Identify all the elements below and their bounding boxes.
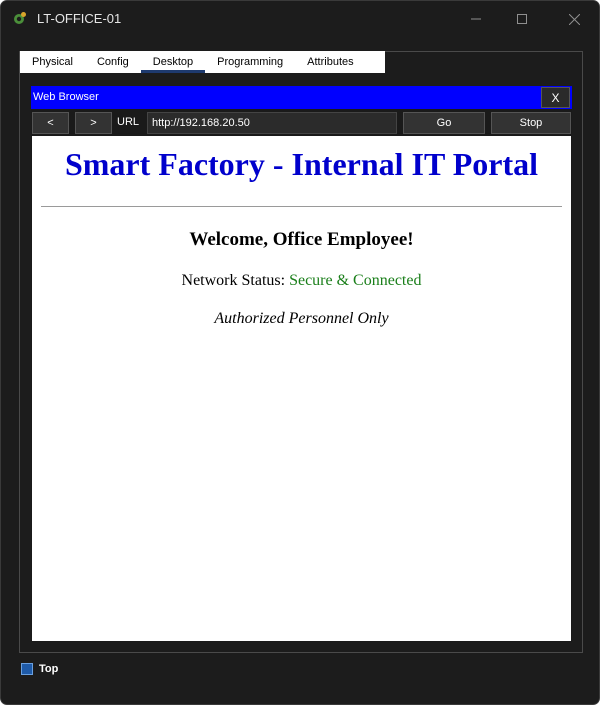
tab-attributes[interactable]: Attributes bbox=[295, 51, 365, 73]
title-bar: LT-OFFICE-01 bbox=[1, 1, 599, 37]
url-input[interactable] bbox=[147, 112, 397, 134]
url-label: URL bbox=[117, 116, 140, 128]
tab-programming[interactable]: Programming bbox=[205, 51, 295, 73]
horizontal-rule bbox=[41, 206, 562, 207]
bottom-bar: Top bbox=[21, 663, 58, 675]
forward-button[interactable]: > bbox=[75, 112, 112, 134]
authorized-notice: Authorized Personnel Only bbox=[214, 310, 389, 327]
browser-title: Web Browser bbox=[33, 91, 99, 103]
close-icon bbox=[568, 13, 580, 25]
tab-physical[interactable]: Physical bbox=[20, 51, 85, 73]
stop-button[interactable]: Stop bbox=[491, 112, 571, 134]
minimize-icon bbox=[471, 18, 481, 20]
application-window: LT-OFFICE-01 Physical Config Desktop Pro… bbox=[0, 0, 600, 705]
welcome-message: Welcome, Office Employee! bbox=[189, 229, 414, 250]
maximize-button[interactable] bbox=[499, 1, 545, 37]
page-heading: Smart Factory - Internal IT Portal bbox=[64, 146, 539, 182]
maximize-icon bbox=[517, 14, 527, 24]
tab-config[interactable]: Config bbox=[85, 51, 141, 73]
browser-content: Smart Factory - Internal IT Portal Welco… bbox=[32, 136, 571, 641]
minimize-button[interactable] bbox=[453, 1, 499, 37]
back-button[interactable]: < bbox=[32, 112, 69, 134]
top-label: Top bbox=[39, 663, 59, 675]
browser-title-bar: Web Browser X bbox=[31, 86, 572, 109]
browser-nav-row: < > URL Go Stop bbox=[31, 111, 572, 135]
go-button[interactable]: Go bbox=[403, 112, 485, 134]
browser-close-button[interactable]: X bbox=[541, 87, 570, 108]
network-status: Network Status: Secure & Connected bbox=[32, 272, 571, 290]
web-browser-app: Web Browser X < > URL Go Stop Smart Fact… bbox=[31, 86, 572, 642]
network-status-label: Network Status: bbox=[181, 272, 290, 289]
close-window-button[interactable] bbox=[551, 1, 597, 37]
network-status-value: Secure & Connected bbox=[289, 272, 422, 289]
top-checkbox[interactable] bbox=[21, 663, 33, 675]
window-title: LT-OFFICE-01 bbox=[37, 11, 122, 26]
app-icon bbox=[13, 11, 27, 25]
device-tabs: Physical Config Desktop Programming Attr… bbox=[20, 51, 385, 73]
tab-desktop[interactable]: Desktop bbox=[140, 51, 206, 73]
